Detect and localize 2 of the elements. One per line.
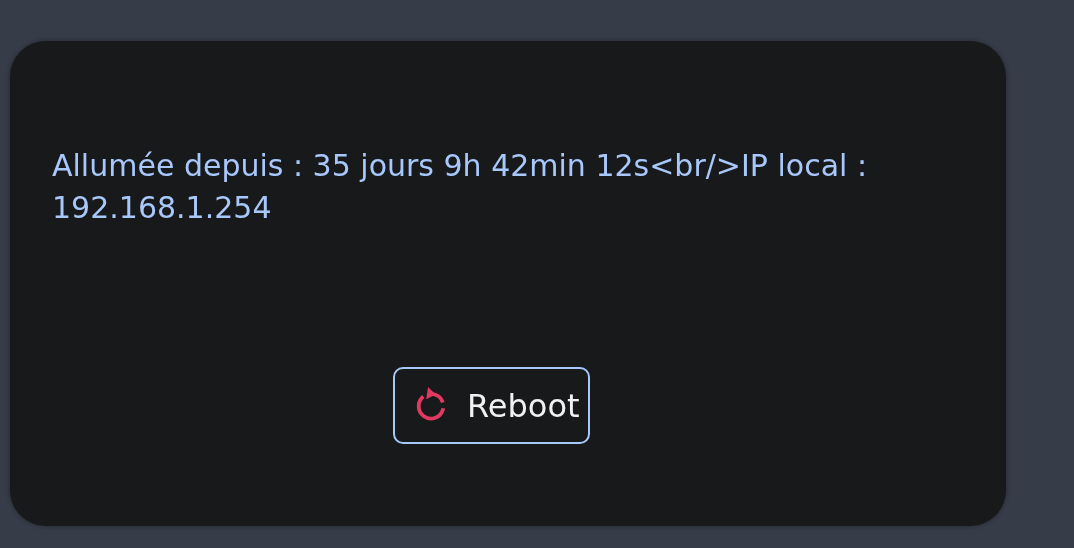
reboot-button[interactable]: Reboot <box>393 367 590 444</box>
status-text: Allumée depuis : 35 jours 9h 42min 12s<br/>IP local : 192.168.1.254 <box>52 147 868 227</box>
